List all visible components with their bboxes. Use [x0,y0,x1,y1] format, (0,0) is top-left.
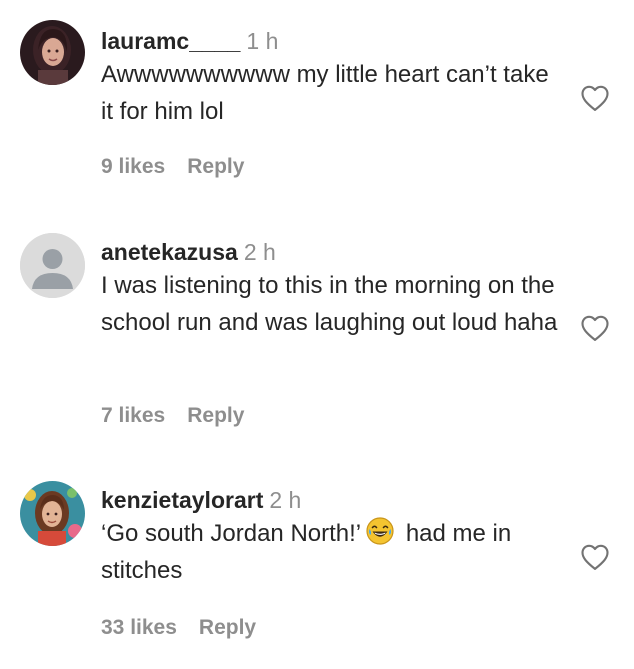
laughing-emoji-icon: 😂 [365,516,395,546]
comment-text-part: ‘Go south Jordan North!’ [101,520,362,547]
comment-meta: 33 likes Reply [101,616,256,640]
avatar[interactable] [20,233,85,298]
comment-username[interactable]: anetekazusa [101,239,238,265]
avatar[interactable] [20,20,85,85]
reply-button[interactable]: Reply [199,616,256,639]
comment-text: I was listening to this in the morning o… [101,272,558,336]
comment-text: ‘Go south Jordan North!’ 😂 had me in sti… [101,515,561,589]
profile-photo-icon [20,20,85,85]
profile-photo-icon [20,481,85,546]
comment-text: Awwwwwwwwww my little heart can’t take i… [101,61,549,125]
heart-outline-icon[interactable] [580,84,610,112]
comment-timestamp[interactable]: 2 h [269,487,301,513]
comment-username[interactable]: lauramc____ [101,28,240,54]
comment-meta: 7 likes Reply [101,404,244,428]
reply-button[interactable]: Reply [187,404,244,427]
likes-count[interactable]: 7 likes [101,404,165,427]
avatar[interactable] [20,481,85,546]
comment-meta: 9 likes Reply [101,155,244,179]
heart-outline-icon[interactable] [580,314,610,342]
comment-username[interactable]: kenzietaylorart [101,487,263,513]
likes-count[interactable]: 33 likes [101,616,177,639]
likes-count[interactable]: 9 likes [101,155,165,178]
heart-outline-icon[interactable] [580,543,610,571]
reply-button[interactable]: Reply [187,155,244,178]
default-user-icon [20,233,85,298]
comment-timestamp[interactable]: 2 h [244,239,276,265]
comment-timestamp[interactable]: 1 h [246,28,278,54]
